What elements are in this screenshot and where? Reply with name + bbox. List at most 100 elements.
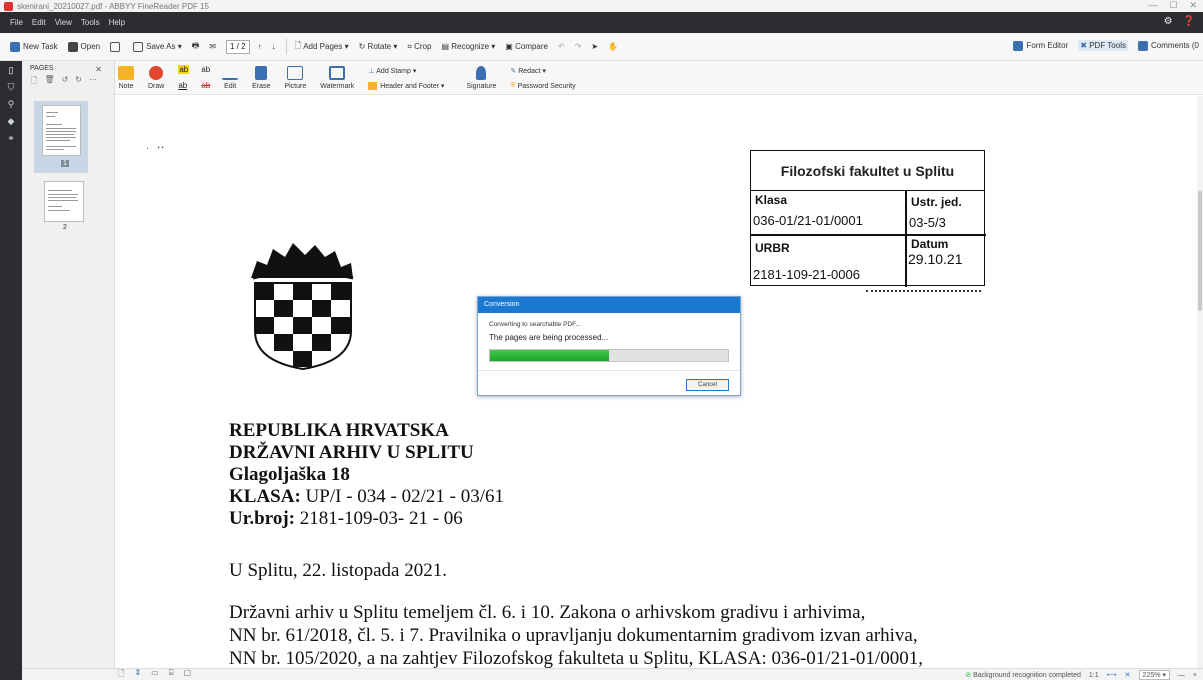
password-security-button[interactable]: ⛨ Password Security <box>510 82 575 90</box>
add-page-icon[interactable]: 🗋 <box>31 75 37 93</box>
recognize-icon: ▤ <box>441 42 452 51</box>
minimize-button[interactable]: — <box>1148 0 1157 11</box>
more-icon[interactable]: ⋯ <box>89 75 97 93</box>
highlight-icon[interactable]: ab <box>178 65 190 74</box>
pages-panel-tools: 🗋 🗑 ↺ ↻ ⋯ <box>22 75 114 93</box>
attachment-icon[interactable]: ⚭ <box>0 133 22 144</box>
two-page-icon[interactable]: ▭ <box>151 668 159 680</box>
letter-body-line1: Državni arhiv u Splitu temeljem čl. 6. i… <box>229 602 866 623</box>
compare-icon: ▣ <box>505 42 516 51</box>
close-icon[interactable]: ✕ <box>95 65 102 74</box>
squiggly-icon[interactable]: ab <box>201 65 210 74</box>
edit-tool[interactable]: Edit <box>222 66 239 90</box>
next-page-icon[interactable]: ↓ <box>272 42 276 51</box>
zoom-out-icon[interactable]: — <box>1178 672 1185 679</box>
compare-button[interactable]: ▣ Compare <box>505 42 548 51</box>
cancel-button[interactable]: Cancel <box>686 379 729 391</box>
header-footer-button[interactable]: Header and Footer ▾ <box>368 82 444 90</box>
single-page-icon[interactable]: 🗋 <box>118 668 124 680</box>
rotate-right-icon[interactable]: ↻ <box>75 75 82 93</box>
rotate-button[interactable]: ↻ Rotate ▾ <box>359 42 398 51</box>
save-as-icon <box>133 41 144 52</box>
search-icon[interactable]: ⚲ <box>0 99 22 110</box>
delete-page-icon[interactable]: 🗑 <box>44 75 54 93</box>
print-icon[interactable]: 🖶 <box>192 40 200 54</box>
open-button[interactable]: Open <box>67 41 100 52</box>
status-message: ⊘ Background recognition completed <box>965 672 1081 679</box>
menu-file[interactable]: File <box>10 18 23 27</box>
picture-tool[interactable]: Picture <box>284 66 306 90</box>
page-number-1: 1 <box>61 160 69 167</box>
crop-button[interactable]: ⌗ Crop <box>407 42 431 52</box>
rotate-left-icon[interactable]: ↺ <box>62 75 69 93</box>
watermark-tool[interactable]: Watermark <box>320 66 354 90</box>
stamp-header-tools: ⊥ Add Stamp ▾ Header and Footer ▾ <box>368 67 454 90</box>
redact-button[interactable]: ✎ Redact ▾ <box>510 67 575 76</box>
signature-tool[interactable]: Signature <box>466 66 496 90</box>
tag-icon[interactable]: ◆ <box>0 116 22 127</box>
stamp-divider <box>905 191 907 287</box>
letter-header-line1: REPUBLIKA HRVATSKA <box>229 420 449 441</box>
add-pages-button[interactable]: 🗋 Add Pages ▾ <box>295 40 349 54</box>
select-cursor-icon[interactable]: ➤ <box>591 42 598 51</box>
toolbar-divider <box>285 38 287 55</box>
close-button[interactable]: ✕ <box>1189 0 1197 11</box>
form-editor-button[interactable]: Form Editor <box>1013 40 1068 51</box>
fullscreen-icon[interactable]: ▢ <box>184 668 192 680</box>
bookmark-icon[interactable]: ⛉ <box>0 82 22 93</box>
menu-edit[interactable]: Edit <box>32 18 46 27</box>
title-bar: skenirani_20210027.pdf - ABBYY FineReade… <box>0 0 1203 12</box>
underline-icon[interactable]: ab <box>178 81 189 90</box>
letter-klasa-label: KLASA: <box>229 486 301 507</box>
strikethrough-icon[interactable]: ab <box>201 81 210 90</box>
fit-page-zoom-icon[interactable]: ✕ <box>1125 671 1131 679</box>
help-icon[interactable]: ❓ <box>1183 16 1195 27</box>
stamp-institution: Filozofski fakultet u Splitu <box>751 151 984 191</box>
prev-page-icon[interactable]: ↑ <box>258 42 262 51</box>
erase-tool[interactable]: Erase <box>252 66 270 90</box>
page-thumbnail-1[interactable] <box>42 105 81 156</box>
email-icon[interactable]: ✉ <box>209 42 216 51</box>
recognize-button[interactable]: ▤ Recognize ▾ <box>441 42 495 51</box>
save-icon[interactable] <box>110 41 123 52</box>
scrollbar-thumb[interactable] <box>1198 191 1202 311</box>
zoom-ratio-button[interactable]: 1:1 <box>1089 672 1099 679</box>
undo-icon[interactable]: ↶ <box>558 42 565 51</box>
dialog-status-line: Converting to searchable PDF... <box>489 321 581 328</box>
check-icon: ⊘ <box>965 672 974 679</box>
zoom-level-select[interactable]: 225% ▾ <box>1138 670 1170 680</box>
fit-width-icon[interactable]: ⟷ <box>1107 671 1117 679</box>
comments-button[interactable]: Comments (0 <box>1137 40 1199 51</box>
menu-tools[interactable]: Tools <box>81 18 100 27</box>
eraser-icon <box>255 66 268 80</box>
letter-header-line3: Glagoljaška 18 <box>229 464 350 485</box>
vertical-scrollbar[interactable] <box>1197 96 1203 668</box>
watermark-icon <box>329 66 346 80</box>
rotate-icon: ↻ <box>358 42 368 51</box>
zoom-in-icon[interactable]: + <box>1193 672 1197 679</box>
fit-page-icon[interactable]: ⌸ <box>169 668 174 680</box>
note-icon <box>118 66 134 80</box>
progress-bar-fill <box>490 350 609 361</box>
letter-urbroj-value: 2181-109-03- 21 - 06 <box>294 508 463 529</box>
draw-tool[interactable]: Draw <box>148 66 164 90</box>
status-bar: 🗋 ⇕ ▭ ⌸ ▢ ⊘ Background recognition compl… <box>22 668 1203 680</box>
save-as-button[interactable]: Save As ▾ <box>133 41 182 52</box>
menu-help[interactable]: Help <box>109 18 125 27</box>
scroll-pages-icon[interactable]: ⇕ <box>134 668 141 680</box>
page-thumbnail-2[interactable] <box>44 181 84 222</box>
edit-icon <box>222 66 239 80</box>
gear-icon[interactable]: ⚙ <box>1164 16 1173 27</box>
note-tool[interactable]: Note <box>118 66 134 90</box>
letter-body-line3: NN br. 105/2020, a na zahtjev Filozofsko… <box>229 648 923 668</box>
pdf-tools-button[interactable]: ✖ PDF Tools <box>1078 40 1128 51</box>
hand-tool-icon[interactable]: ✋ <box>608 42 618 51</box>
page-number-input[interactable]: 1 / 2 <box>225 39 250 54</box>
add-stamp-button[interactable]: ⊥ Add Stamp ▾ <box>368 67 444 76</box>
pages-panel-icon[interactable]: ▯ <box>0 65 22 76</box>
stamp-urbr-value: 2181-109-21-0006 <box>753 267 860 282</box>
menu-view[interactable]: View <box>55 18 72 27</box>
new-task-button[interactable]: New Task <box>10 41 58 52</box>
maximize-button[interactable]: ☐ <box>1169 0 1177 11</box>
redo-icon[interactable]: ↷ <box>575 42 582 51</box>
